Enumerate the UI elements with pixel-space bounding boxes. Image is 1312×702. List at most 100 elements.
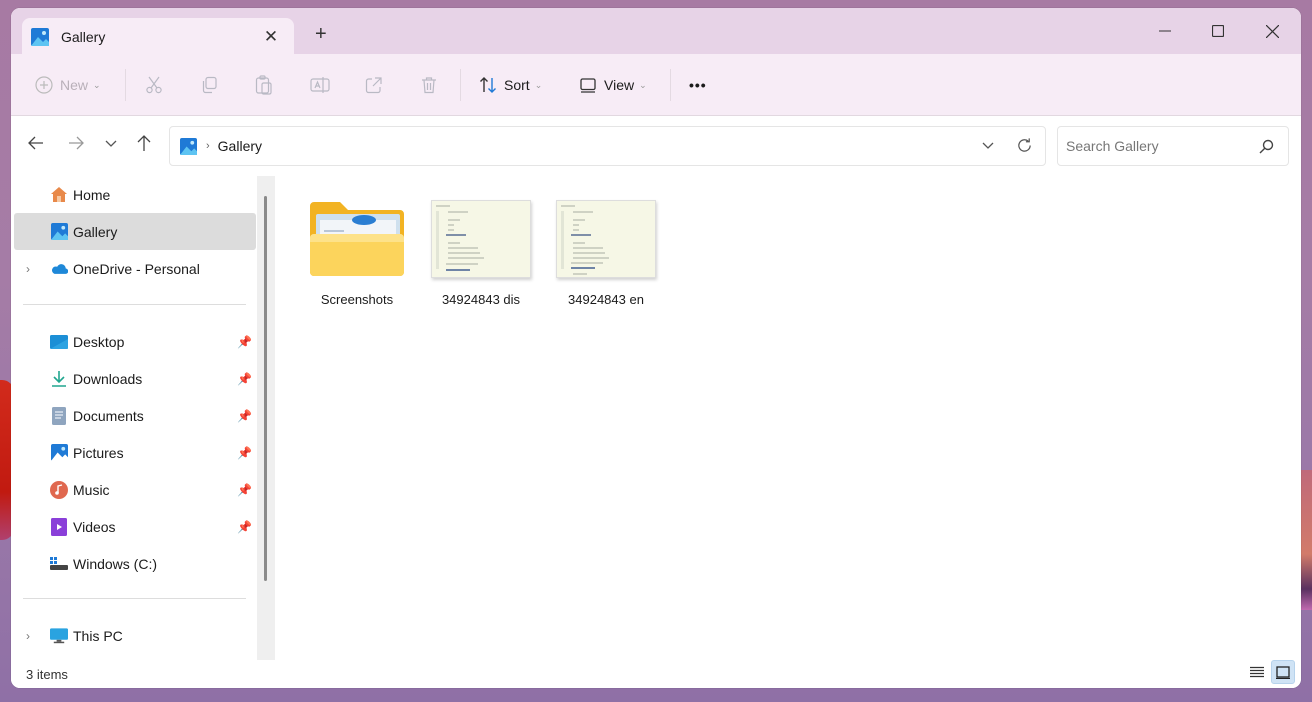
address-bar[interactable]: › Gallery <box>169 126 1046 166</box>
details-view-button[interactable] <box>1245 660 1269 684</box>
search-input[interactable] <box>1066 138 1246 154</box>
sidebar-item-this-pc[interactable]: › This PC <box>14 617 256 654</box>
forward-button[interactable] <box>67 134 85 155</box>
share-icon <box>365 77 382 94</box>
search-box <box>1057 126 1289 166</box>
image-thumbnail <box>556 199 656 279</box>
copy-icon <box>202 76 217 94</box>
documents-icon <box>50 406 68 425</box>
recent-locations-button[interactable] <box>104 134 118 155</box>
divider <box>23 598 246 599</box>
back-button[interactable] <box>27 134 45 155</box>
minimize-button[interactable] <box>1145 16 1185 46</box>
sidebar-item-downloads[interactable]: Downloads 📌 <box>14 360 256 397</box>
refresh-button[interactable] <box>1016 137 1033 159</box>
downloads-icon <box>50 370 68 388</box>
sidebar-item-label: Windows (C:) <box>73 555 158 572</box>
paste-button[interactable] <box>255 70 273 100</box>
sidebar-item-label: Videos <box>73 518 116 535</box>
up-button[interactable] <box>135 134 153 155</box>
address-row: › Gallery <box>11 116 1301 173</box>
paste-icon <box>255 75 272 95</box>
sidebar-item-videos[interactable]: Videos 📌 <box>14 508 256 545</box>
pin-icon[interactable]: 📌 <box>237 520 252 534</box>
this-pc-icon <box>50 627 68 645</box>
divider <box>670 69 671 101</box>
sidebar-item-label: Gallery <box>73 223 118 240</box>
sidebar-item-windows-c[interactable]: Windows (C:) <box>14 545 256 582</box>
sort-button[interactable]: Sort ⌄ <box>479 70 542 100</box>
sidebar-item-documents[interactable]: Documents 📌 <box>14 397 256 434</box>
close-window-button[interactable] <box>1252 16 1292 46</box>
image-thumbnail <box>431 199 531 279</box>
pin-icon[interactable]: 📌 <box>237 372 252 386</box>
tab-gallery[interactable]: Gallery ✕ <box>22 18 294 55</box>
sidebar-item-label: Music <box>73 481 110 498</box>
sidebar-item-label: Home <box>73 186 111 203</box>
sidebar-item-label: Downloads <box>73 370 143 387</box>
sidebar-item-music[interactable]: Music 📌 <box>14 471 256 508</box>
copy-button[interactable] <box>200 70 218 100</box>
content-pane: Screenshots 34924843 dis 34924843 en <box>275 173 1301 663</box>
expand-chevron-icon[interactable]: › <box>26 629 30 643</box>
item-name: 34924843 dis <box>441 292 521 307</box>
status-bar: 3 items <box>11 660 1301 688</box>
pin-icon[interactable]: 📌 <box>237 335 252 349</box>
navigation-pane: Home Gallery › OneDrive - Personal Deskt… <box>11 173 257 663</box>
address-history-button[interactable] <box>981 138 995 157</box>
large-icons-view-button[interactable] <box>1271 660 1295 684</box>
item-count: 3 items <box>26 667 68 682</box>
file-explorer-window: Gallery ✕ + New ⌄ Sort ⌄ View ⌄ ••• › Ga… <box>11 8 1301 688</box>
view-button[interactable]: View ⌄ <box>579 70 647 100</box>
arrow-right-icon <box>69 136 84 150</box>
more-icon: ••• <box>689 77 707 93</box>
new-tab-button[interactable]: + <box>315 24 327 44</box>
share-button[interactable] <box>365 70 383 100</box>
pin-icon[interactable]: 📌 <box>237 446 252 460</box>
rename-icon <box>310 77 330 93</box>
pin-icon[interactable]: 📌 <box>237 483 252 497</box>
rename-button[interactable] <box>310 70 330 100</box>
expand-chevron-icon[interactable]: › <box>26 262 30 276</box>
maximize-button[interactable] <box>1198 16 1238 46</box>
pin-icon[interactable]: 📌 <box>237 409 252 423</box>
tab-close-icon[interactable]: ✕ <box>262 27 280 47</box>
sidebar-item-desktop[interactable]: Desktop 📌 <box>14 323 256 360</box>
cut-icon <box>146 76 162 94</box>
more-options-button[interactable]: ••• <box>689 70 707 100</box>
plus-circle-icon <box>35 76 53 94</box>
folder-icon <box>308 199 406 279</box>
search-icon[interactable] <box>1259 139 1274 159</box>
breadcrumb-separator-icon: › <box>206 140 210 152</box>
image-item-34924843-dis[interactable]: 34924843 dis <box>421 199 541 319</box>
sidebar-scrollbar-thumb[interactable] <box>264 196 267 581</box>
new-button[interactable]: New ⌄ <box>35 70 101 100</box>
minimize-icon <box>1159 30 1171 32</box>
item-name: 34924843 en <box>568 292 644 307</box>
close-icon <box>1265 24 1279 38</box>
sidebar-item-label: Desktop <box>73 333 125 350</box>
image-item-34924843-en[interactable]: 34924843 en <box>546 199 666 319</box>
tab-title: Gallery <box>61 28 106 45</box>
command-bar: New ⌄ Sort ⌄ View ⌄ ••• <box>11 54 1301 116</box>
chevron-down-icon: ⌄ <box>639 79 647 90</box>
folder-item-screenshots[interactable]: Screenshots <box>297 199 417 319</box>
sidebar-item-onedrive[interactable]: › OneDrive - Personal <box>14 250 256 287</box>
sort-label: Sort <box>504 77 530 93</box>
sidebar-item-pictures[interactable]: Pictures 📌 <box>14 434 256 471</box>
refresh-icon <box>1018 138 1031 152</box>
sidebar-item-home[interactable]: Home <box>14 176 256 213</box>
videos-icon <box>50 517 68 536</box>
sidebar-item-label: OneDrive - Personal <box>73 260 200 277</box>
details-view-icon <box>1250 666 1264 678</box>
cut-button[interactable] <box>145 70 163 100</box>
breadcrumb-gallery[interactable]: Gallery <box>218 138 262 154</box>
chevron-down-icon <box>105 140 117 147</box>
sidebar-item-label: Pictures <box>73 444 124 461</box>
divider <box>23 304 246 305</box>
sidebar-item-gallery[interactable]: Gallery <box>14 213 256 250</box>
chevron-down-icon: ⌄ <box>534 79 543 90</box>
gallery-icon <box>50 223 68 241</box>
delete-button[interactable] <box>420 70 438 100</box>
sidebar-item-label: This PC <box>73 627 123 644</box>
